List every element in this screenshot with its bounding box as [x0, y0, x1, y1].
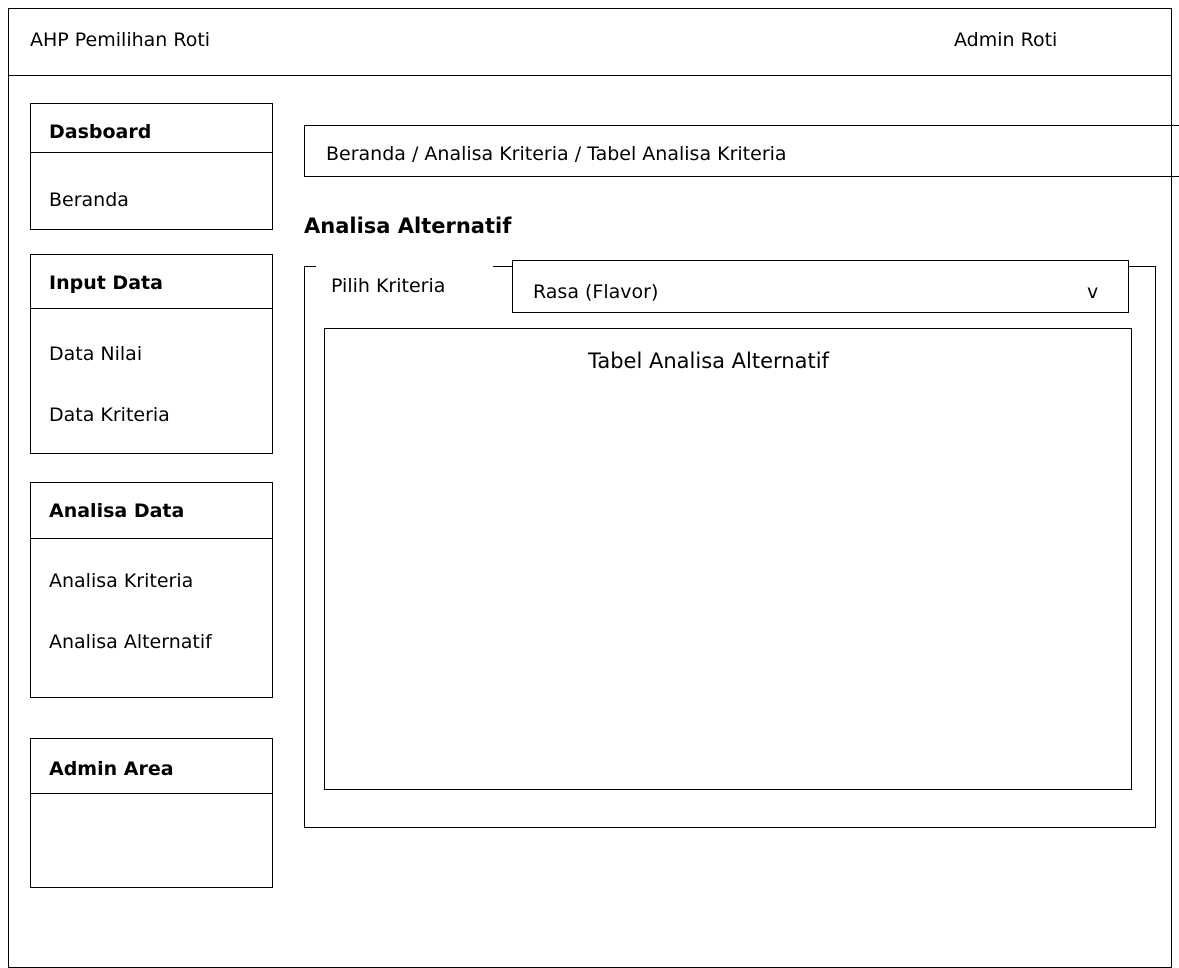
table-title: Tabel Analisa Alternatif	[588, 349, 829, 373]
kriteria-select-value: Rasa (Flavor)	[533, 281, 659, 303]
sidebar-section-title: Dasboard	[49, 121, 152, 143]
chevron-down-icon[interactable]: v	[1087, 281, 1098, 303]
header-divider	[8, 75, 1172, 76]
breadcrumb: Beranda / Analisa Kriteria / Tabel Anali…	[304, 125, 1179, 177]
sidebar-section-admin-area: Admin Area	[30, 738, 273, 888]
filter-label: Pilih Kriteria	[331, 275, 446, 297]
sidebar-item-analisa-kriteria[interactable]: Analisa Kriteria	[49, 570, 193, 592]
sidebar-section-title: Admin Area	[49, 758, 174, 780]
sidebar-item-data-kriteria[interactable]: Data Kriteria	[49, 404, 170, 426]
sidebar-section-title: Input Data	[49, 272, 163, 294]
analisa-alternatif-table: Tabel Analisa Alternatif	[324, 328, 1132, 790]
page-title: Analisa Alternatif	[304, 214, 512, 238]
section-divider	[31, 538, 272, 539]
app-title: AHP Pemilihan Roti	[30, 29, 211, 51]
kriteria-select[interactable]: Rasa (Flavor) v	[512, 260, 1129, 313]
group-top-border-mid	[493, 266, 513, 267]
user-name[interactable]: Admin Roti	[954, 29, 1057, 51]
breadcrumb-text[interactable]: Beranda / Analisa Kriteria / Tabel Anali…	[326, 143, 787, 165]
sidebar-section-input-data: Input Data Data Nilai Data Kriteria	[30, 254, 273, 454]
sidebar-item-analisa-alternatif[interactable]: Analisa Alternatif	[49, 631, 212, 653]
section-divider	[31, 793, 272, 794]
sidebar-item-beranda[interactable]: Beranda	[49, 189, 129, 211]
sidebar-section-dashboard: Dasboard Beranda	[30, 103, 273, 230]
group-top-border-left	[304, 266, 316, 267]
group-top-border-right	[1128, 266, 1156, 267]
section-divider	[31, 308, 272, 309]
sidebar-section-title: Analisa Data	[49, 500, 185, 522]
sidebar-section-analisa-data: Analisa Data Analisa Kriteria Analisa Al…	[30, 482, 273, 698]
section-divider	[31, 152, 272, 153]
sidebar-item-data-nilai[interactable]: Data Nilai	[49, 343, 142, 365]
